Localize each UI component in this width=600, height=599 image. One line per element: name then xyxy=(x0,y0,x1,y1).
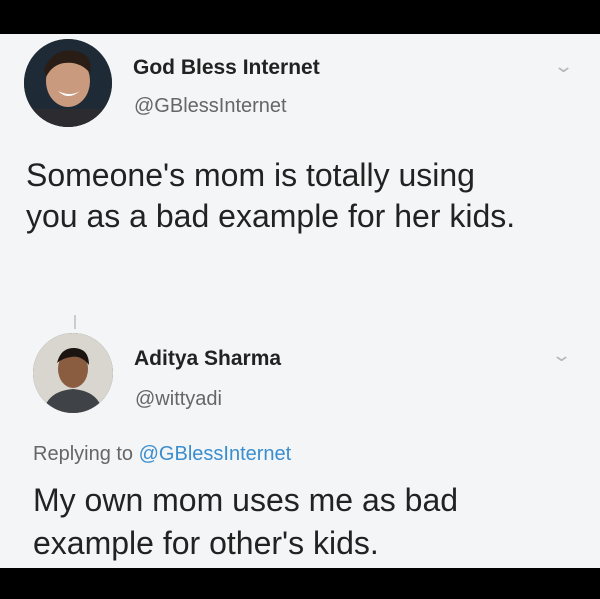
chevron-down-icon[interactable]: ⌄ xyxy=(551,345,572,366)
reply-author-name[interactable]: Aditya Sharma xyxy=(134,347,281,371)
tweet-author-name[interactable]: God Bless Internet xyxy=(133,56,320,80)
tweet-text-line-2: you as a bad example for her kids. xyxy=(26,198,516,234)
tweet-author-avatar[interactable] xyxy=(24,39,112,127)
reply-author-handle[interactable]: @wittyadi xyxy=(135,388,222,411)
avatar-photo xyxy=(33,333,113,413)
reply-text-line-2: example for other's kids. xyxy=(33,525,379,561)
replying-to-prefix: Replying to xyxy=(33,443,134,465)
tweet-text-line-1: Someone's mom is totally using xyxy=(26,157,475,193)
replying-to: Replying to @GBlessInternet xyxy=(33,443,291,466)
replying-to-handle-link[interactable]: @GBlessInternet xyxy=(139,443,292,465)
avatar-photo xyxy=(24,39,112,127)
bottom-black-bar xyxy=(0,568,600,599)
chevron-down-icon[interactable]: ⌄ xyxy=(553,56,574,77)
tweet-author-handle[interactable]: @GBlessInternet xyxy=(134,95,287,118)
reply-author-avatar[interactable] xyxy=(33,333,113,413)
reply-text-line-1: My own mom uses me as bad xyxy=(33,482,459,518)
thread-connector xyxy=(74,315,76,329)
